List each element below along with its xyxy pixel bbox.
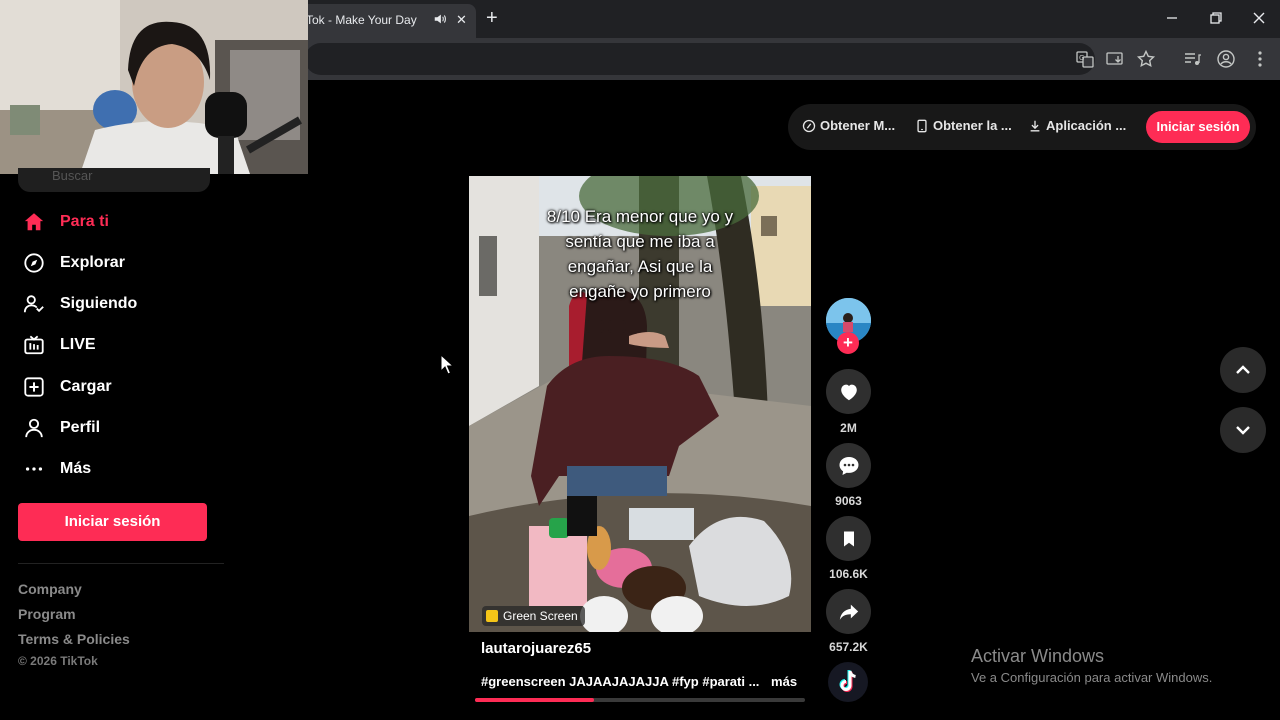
bookmark-star-icon[interactable] [1136,49,1156,69]
effect-icon [486,610,498,622]
sidebar-item-cargar[interactable]: Cargar [22,373,112,401]
search-input[interactable]: Buscar [18,168,210,192]
sidebar-item-label: Cargar [60,378,112,395]
close-window-icon[interactable] [1249,8,1269,28]
upload-icon [22,375,46,399]
sidebar-item-label: Para ti [60,213,109,230]
like-button[interactable] [826,369,871,414]
comment-icon [839,456,858,475]
share-icon [839,604,858,620]
address-bar[interactable] [305,43,1095,75]
search-placeholder: Buscar [52,168,93,183]
sidebar-item-explorar[interactable]: Explorar [22,249,125,277]
get-coins-link[interactable]: Obtener M... [802,118,895,133]
footer-link-program[interactable]: Program [18,606,76,622]
following-icon [22,292,46,316]
sidebar-divider [18,563,224,564]
close-tab-icon[interactable]: ✕ [456,13,467,26]
get-app-link[interactable]: Obtener la ... [915,118,1012,133]
previous-video-button[interactable] [1220,347,1266,393]
share-count: 657.2K [829,640,868,654]
sidebar-item-label: LIVE [60,336,96,353]
windows-activation-subtitle: Ve a Configuración para activar Windows. [971,670,1213,685]
video-progress-bar[interactable] [475,698,805,702]
top-actions-bar: Obtener M... Obtener la ... Aplicación .… [788,104,1256,150]
video-description: #greenscreen JAJAAJAJAJJA #fyp #parati .… [481,674,797,689]
header-login-button[interactable]: Iniciar sesión [1146,111,1250,143]
bookmark-icon [843,531,854,546]
get-app-label: Obtener la ... [933,118,1012,133]
follow-button[interactable]: + [837,332,859,354]
tab-title: Tok - Make Your Day [306,13,417,27]
description-more-link[interactable]: más [771,674,797,689]
sidebar-item-label: Más [60,460,92,477]
minimize-window-icon[interactable] [1162,8,1182,28]
caption-line: sentía que me iba a [565,232,715,251]
description-text: #greenscreen JAJAAJAJAJJA #fyp #parati .… [481,674,760,689]
sidebar-item-siguiendo[interactable]: Siguiendo [22,290,137,318]
windows-activation-title: Activar Windows [971,646,1105,666]
video-caption: 8/10 Era menor que yo y sentía que me ib… [469,204,811,304]
comment-count: 9063 [835,494,862,508]
desktop-app-link[interactable]: Aplicación ... [1028,118,1126,133]
profile-icon [22,416,46,440]
comment-button[interactable] [826,443,871,488]
translate-icon[interactable]: G [1075,49,1095,69]
tiktok-logo-icon[interactable] [828,662,868,702]
save-count: 106.6K [829,567,868,581]
sidebar-item-perfil[interactable]: Perfil [22,414,100,442]
install-app-icon[interactable] [1105,49,1125,69]
caption-line: engañe yo primero [569,282,711,301]
browser-menu-icon[interactable] [1250,49,1270,69]
caption-line: 8/10 Era menor que yo y [546,207,734,226]
sidebar-item-label: Explorar [60,254,125,271]
home-icon [22,210,46,234]
restore-window-icon[interactable] [1206,8,1226,28]
caption-line: engañar, Asi que la [567,257,713,276]
sidebar-item-live[interactable]: LIVE [22,331,96,359]
phone-icon [917,119,927,132]
green-screen-label: Green Screen [503,609,578,623]
green-screen-badge[interactable]: Green Screen [482,606,585,626]
profile-avatar-icon[interactable] [1216,49,1236,69]
save-button[interactable] [826,516,871,561]
mouse-cursor-icon [440,354,454,375]
svg-text:G: G [1079,54,1084,62]
sidebar-item-mas[interactable]: Más [22,455,91,483]
media-controls-icon[interactable] [1182,49,1202,69]
video-author-username[interactable]: lautarojuarez65 [481,640,591,657]
download-icon [1030,120,1040,131]
copyright-text: © 2026 TikTok [18,654,98,668]
footer-link-terms[interactable]: Terms & Policies [18,631,130,647]
footer-link-company[interactable]: Company [18,581,82,597]
more-icon [22,457,46,481]
share-button[interactable] [826,589,871,634]
webcam-overlay [0,0,308,174]
video-player[interactable]: 8/10 Era menor que yo y sentía que me ib… [469,176,811,632]
audio-playing-icon[interactable] [433,12,447,26]
tiktok-note-icon [839,670,856,692]
chevron-up-icon [1236,365,1250,374]
sidebar-item-para-ti[interactable]: Para ti [22,208,109,236]
like-count: 2M [840,421,857,435]
new-tab-button[interactable]: + [486,6,498,30]
sidebar-item-label: Perfil [60,419,101,436]
heart-icon [840,384,857,400]
compass-icon [22,251,46,275]
get-coins-label: Obtener M... [820,118,896,133]
next-video-button[interactable] [1220,407,1266,453]
browser-tab[interactable]: Tok - Make Your Day ✕ [300,4,476,38]
sidebar-item-label: Siguiendo [60,295,138,312]
live-icon [22,333,46,357]
coin-icon [802,119,816,132]
webcam-person-image [0,0,308,174]
chevron-down-icon [1236,426,1250,435]
video-progress-fill [475,698,594,702]
sidebar-login-button[interactable]: Iniciar sesión [18,503,207,541]
desktop-app-label: Aplicación ... [1046,118,1127,133]
